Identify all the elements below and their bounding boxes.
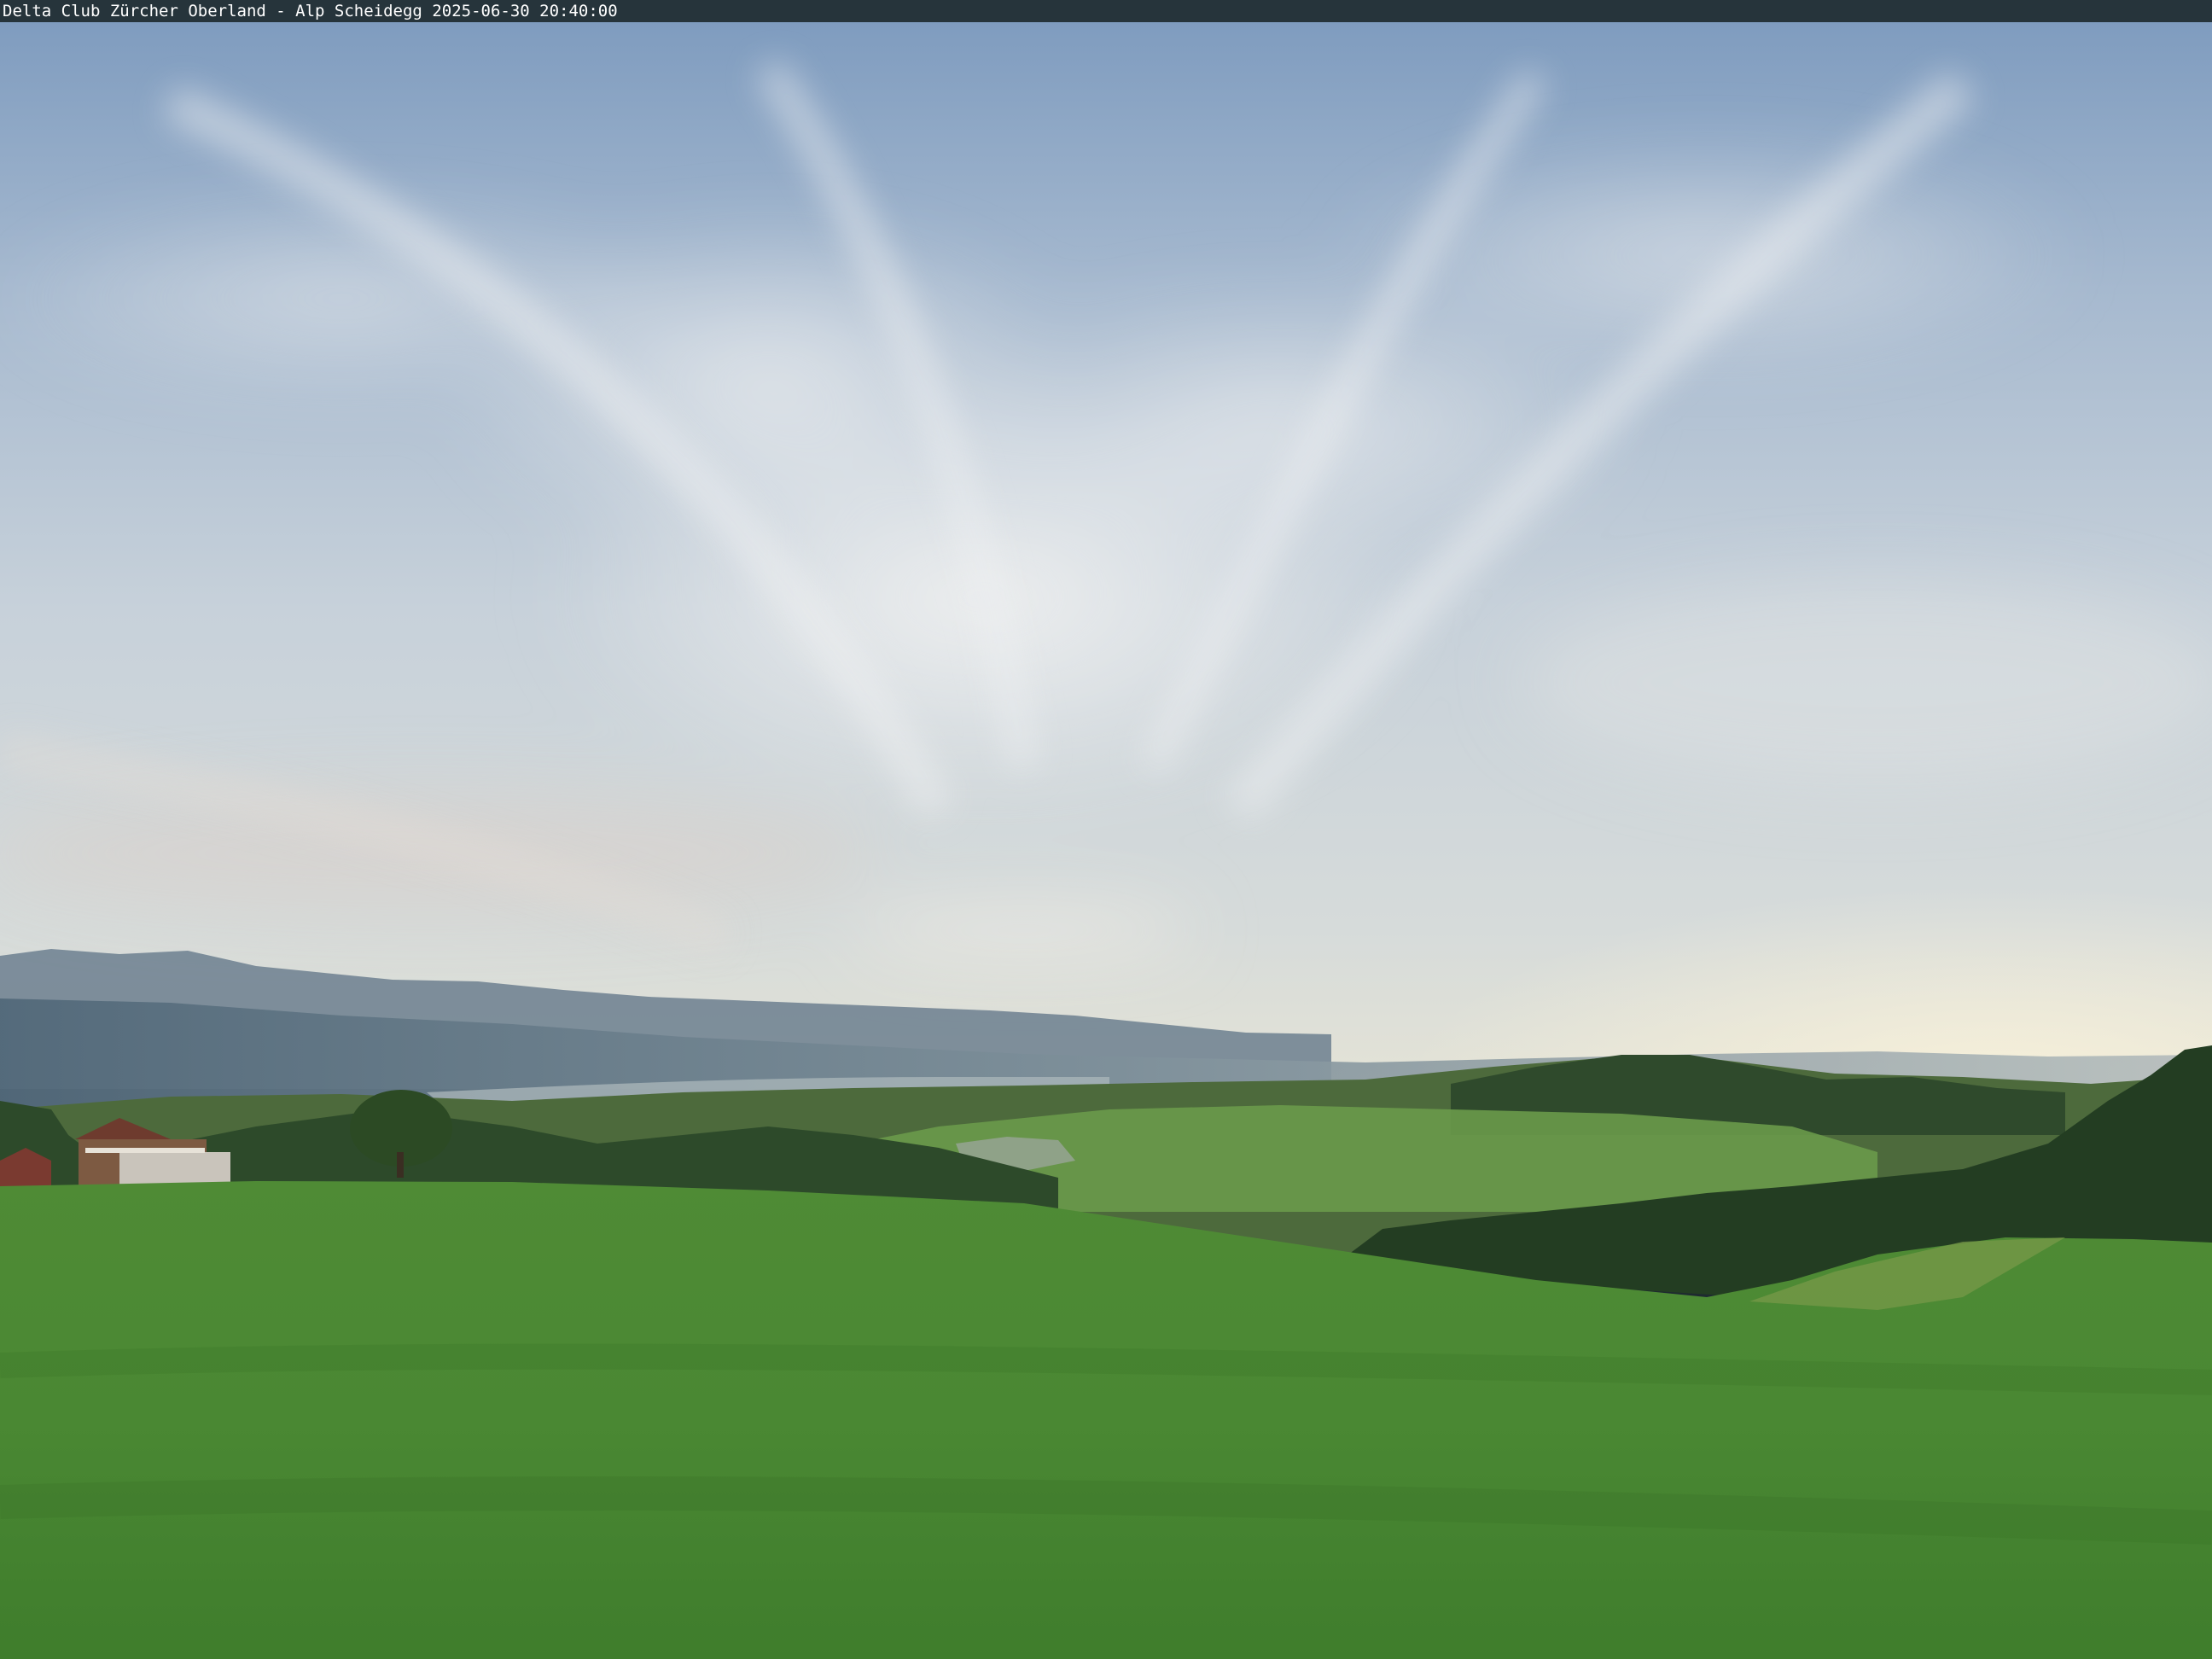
webcam-scene [0, 22, 2212, 1659]
webcam-caption: Delta Club Zürcher Oberland - Alp Scheid… [3, 2, 618, 20]
webcam-frame: Delta Club Zürcher Oberland - Alp Scheid… [0, 0, 2212, 1659]
caption-bar: Delta Club Zürcher Oberland - Alp Scheid… [0, 0, 2212, 22]
tree-trunk [397, 1152, 404, 1178]
